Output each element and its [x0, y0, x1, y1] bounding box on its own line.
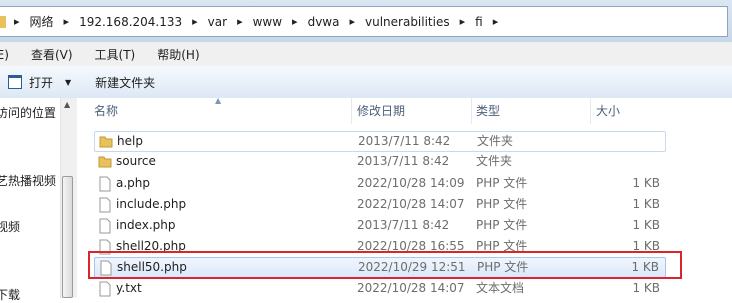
new-folder-button[interactable]: 新建文件夹: [91, 70, 159, 94]
breadcrumb-label: fi: [475, 14, 483, 29]
address-bar-area: ▸ 网络 ▸ 192.168.204.133 ▸ var ▸ www ▸ dvwa ▸ v…: [0, 0, 732, 42]
folder-icon: [99, 134, 113, 150]
file-name: a.php: [116, 176, 151, 190]
file-row[interactable]: index.php 2013/7/11 8:42 PHP 文件 1 KB: [94, 216, 666, 237]
file-date: 2022/10/28 14:09: [357, 176, 465, 190]
column-header-date[interactable]: 修改日期: [350, 98, 472, 124]
breadcrumb-label: dvwa: [307, 14, 340, 29]
file-size: 1 KB: [632, 176, 660, 190]
breadcrumb-item-www[interactable]: www ▸: [247, 15, 302, 29]
annotation-highlight-box: [88, 251, 682, 279]
address-bar[interactable]: ▸ 网络 ▸ 192.168.204.133 ▸ var ▸ www ▸ dvwa ▸ v…: [0, 6, 728, 37]
file-size: 1 KB: [632, 218, 660, 232]
column-header-name[interactable]: 名称: [87, 98, 352, 124]
file-row[interactable]: source 2013/7/11 8:42 文件夹: [94, 152, 666, 173]
dropdown-arrow-icon: ▼: [65, 77, 72, 87]
file-icon: [98, 197, 112, 213]
file-name: help: [117, 134, 143, 148]
menu-bar: 编辑(E) 查看(V) 工具(T) 帮助(H): [0, 42, 732, 67]
file-type: 文件夹: [477, 134, 514, 148]
breadcrumb-label: var: [207, 14, 228, 29]
menu-tools[interactable]: 工具(T): [95, 46, 136, 63]
nav-scrollbar-thumb[interactable]: [62, 176, 73, 298]
chevron-right-icon[interactable]: ▸: [233, 15, 247, 28]
breadcrumb-item-var[interactable]: var ▸: [202, 15, 247, 29]
nav-item-downloads[interactable]: 下载: [0, 286, 20, 303]
breadcrumb-item-vulnerabilities[interactable]: vulnerabilities ▸: [359, 15, 469, 29]
chevron-right-icon[interactable]: ▸: [10, 15, 24, 28]
breadcrumb-label: 192.168.204.133: [79, 14, 183, 29]
file-type: PHP 文件: [476, 176, 528, 190]
toolbar: 打开 ▼ 新建文件夹: [0, 66, 732, 99]
new-folder-button-label: 新建文件夹: [95, 75, 156, 90]
file-date: 2022/10/28 14:07: [357, 281, 465, 295]
breadcrumb-label: www: [252, 14, 283, 29]
nav-item-recent-places[interactable]: 访问的位置: [0, 104, 56, 121]
folder-icon: [0, 15, 6, 28]
file-type: PHP 文件: [476, 218, 528, 232]
breadcrumb-item-host[interactable]: 192.168.204.133 ▸: [73, 15, 202, 29]
file-name: index.php: [116, 218, 176, 232]
file-size: 1 KB: [632, 281, 660, 295]
menu-edit[interactable]: 编辑(E): [0, 46, 9, 63]
chevron-right-icon[interactable]: ▸: [60, 15, 74, 28]
file-icon: [98, 218, 112, 234]
column-header-size[interactable]: 大小: [589, 98, 669, 124]
chevron-right-icon[interactable]: ▸: [188, 15, 202, 28]
column-headers: ▲ 名称 修改日期 类型 大小: [77, 96, 732, 124]
file-icon: [98, 176, 112, 192]
file-row[interactable]: include.php 2022/10/28 14:07 PHP 文件 1 KB: [94, 195, 666, 216]
file-row[interactable]: y.txt 2022/10/28 14:07 文本文档 1 KB: [94, 279, 666, 300]
open-button-label: 打开: [29, 75, 54, 90]
file-date: 2013/7/11 8:42: [357, 154, 450, 168]
breadcrumb-item-fi[interactable]: fi ▸: [469, 15, 502, 29]
breadcrumb-label: vulnerabilities: [365, 14, 450, 29]
file-date: 2022/10/28 14:07: [357, 197, 465, 211]
file-type: 文件夹: [476, 154, 513, 168]
chevron-right-icon[interactable]: ▸: [345, 15, 359, 28]
breadcrumb-item-network[interactable]: 网络 ▸: [24, 13, 74, 30]
file-name: include.php: [116, 197, 187, 211]
menu-view[interactable]: 查看(V): [31, 46, 73, 63]
breadcrumb-item-dvwa[interactable]: dvwa ▸: [302, 15, 359, 29]
file-icon: [98, 281, 112, 297]
nav-item-videos-hot[interactable]: 艺热播视频: [0, 172, 56, 189]
file-date: 2013/7/11 8:42: [357, 218, 450, 232]
column-header-type[interactable]: 类型: [469, 98, 591, 124]
scroll-up-arrow-icon[interactable]: ▲: [64, 100, 70, 109]
file-row[interactable]: help 2013/7/11 8:42 文件夹: [94, 131, 666, 152]
breadcrumb-label: 网络: [29, 15, 54, 29]
folder-icon: [98, 154, 112, 170]
chevron-right-icon[interactable]: ▸: [489, 15, 503, 28]
chevron-right-icon[interactable]: ▸: [456, 15, 470, 28]
open-button[interactable]: 打开 ▼: [4, 70, 75, 94]
file-type: PHP 文件: [476, 197, 528, 211]
file-size: 1 KB: [632, 197, 660, 211]
file-type: 文本文档: [476, 281, 525, 295]
file-date: 2013/7/11 8:42: [358, 134, 451, 148]
file-name: y.txt: [116, 281, 142, 295]
open-icon: [8, 75, 22, 89]
file-row[interactable]: a.php 2022/10/28 14:09 PHP 文件 1 KB: [94, 174, 666, 195]
menu-help[interactable]: 帮助(H): [157, 46, 199, 63]
nav-item-videos[interactable]: 视频: [0, 218, 20, 235]
chevron-right-icon[interactable]: ▸: [288, 15, 302, 28]
file-name: source: [116, 154, 156, 168]
